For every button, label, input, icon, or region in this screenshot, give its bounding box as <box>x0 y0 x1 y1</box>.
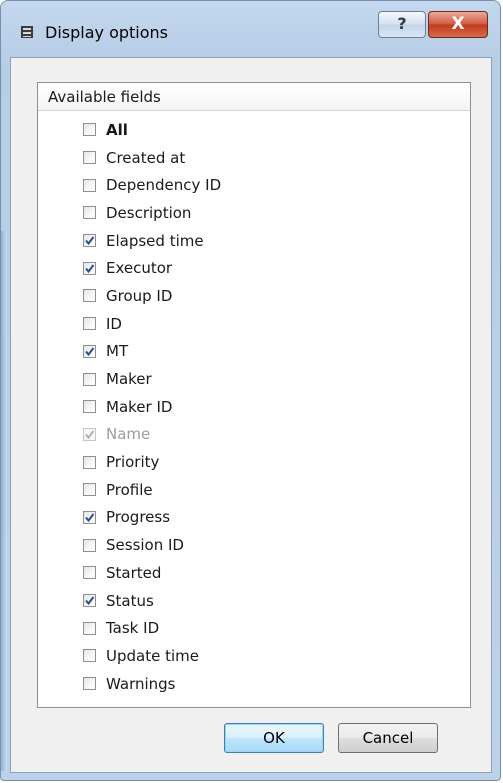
field-checkbox[interactable] <box>83 123 96 137</box>
ok-button[interactable]: OK <box>224 723 324 753</box>
field-checkbox[interactable] <box>83 344 96 358</box>
field-option-label: Description <box>106 203 192 222</box>
field-option-label: Session ID <box>106 536 184 555</box>
dialog-body: Available fields All Created at Dependency… <box>10 57 492 773</box>
field-option-row[interactable]: Created at <box>38 144 470 172</box>
field-option-row[interactable]: ID <box>38 310 470 338</box>
field-option-label: Status <box>106 591 154 610</box>
list-header: Available fields <box>38 83 470 111</box>
field-checkbox[interactable] <box>83 621 96 635</box>
field-option-label: Update time <box>106 646 199 665</box>
checkmark-icon <box>85 430 95 440</box>
field-option-label: ID <box>106 314 122 333</box>
field-option-label: Name <box>106 425 151 444</box>
field-option-row[interactable]: Description <box>38 199 470 227</box>
field-option-row[interactable]: MT <box>38 338 470 366</box>
field-option-row[interactable]: Maker <box>38 365 470 393</box>
field-checkbox[interactable] <box>83 234 96 248</box>
checkmark-icon <box>85 236 95 246</box>
checkmark-icon <box>85 347 95 356</box>
field-option-row: Name <box>38 421 470 449</box>
field-items: All Created at Dependency ID Description Ela… <box>38 116 470 697</box>
field-checkbox[interactable] <box>83 372 96 386</box>
field-checkbox[interactable] <box>83 206 96 220</box>
field-option-label: Profile <box>106 480 153 499</box>
field-option-label: MT <box>106 342 129 361</box>
field-option-row[interactable]: Status <box>38 587 470 615</box>
field-option-row[interactable]: Session ID <box>38 531 470 559</box>
field-option-row[interactable]: Task ID <box>38 614 470 642</box>
field-checkbox[interactable] <box>83 317 96 331</box>
field-option-label: Started <box>106 563 162 582</box>
display-options-dialog: Display options ? X Available fields All… <box>0 0 501 781</box>
help-button[interactable]: ? <box>378 11 426 38</box>
field-option-label: Progress <box>106 508 171 527</box>
close-button[interactable]: X <box>428 11 488 38</box>
field-option-row[interactable]: Group ID <box>38 282 470 310</box>
field-option-label: All <box>106 120 128 139</box>
field-option-row[interactable]: Warnings <box>38 670 470 698</box>
help-icon: ? <box>397 14 407 33</box>
field-option-label: Task ID <box>106 619 160 638</box>
cancel-button[interactable]: Cancel <box>338 723 438 753</box>
field-option-row[interactable]: Progress <box>38 504 470 532</box>
field-checkbox[interactable] <box>83 178 96 192</box>
close-icon: X <box>451 14 465 34</box>
field-checkbox[interactable] <box>83 649 96 663</box>
field-option-label: Group ID <box>106 286 173 305</box>
field-checkbox[interactable] <box>83 594 96 608</box>
field-checkbox[interactable] <box>83 289 96 303</box>
available-fields-list: Available fields All Created at Dependency… <box>37 82 471 708</box>
field-option-label: Priority <box>106 453 160 472</box>
field-checkbox[interactable] <box>83 566 96 580</box>
field-option-row[interactable]: Dependency ID <box>38 171 470 199</box>
field-option-row[interactable]: Maker ID <box>38 393 470 421</box>
field-checkbox[interactable] <box>83 151 96 165</box>
field-option-label: Maker ID <box>106 397 173 416</box>
field-option-label: Dependency ID <box>106 176 222 195</box>
field-option-label: Elapsed time <box>106 231 204 250</box>
checkmark-icon <box>85 264 95 273</box>
field-option-label: Executor <box>106 259 173 278</box>
field-checkbox[interactable] <box>83 677 96 691</box>
field-checkbox[interactable] <box>83 261 96 275</box>
field-checkbox <box>83 427 96 441</box>
checkmark-icon <box>85 596 95 606</box>
field-option-row[interactable]: Started <box>38 559 470 587</box>
window-title: Display options <box>45 23 168 42</box>
field-option-row[interactable]: Priority <box>38 448 470 476</box>
field-checkbox[interactable] <box>83 510 96 524</box>
field-option-row[interactable]: All <box>38 116 470 144</box>
title-bar[interactable]: Display options ? X <box>1 1 500 57</box>
field-option-label: Warnings <box>106 674 176 693</box>
field-checkbox[interactable] <box>83 455 96 469</box>
field-checkbox[interactable] <box>83 400 96 414</box>
field-option-row[interactable]: Update time <box>38 642 470 670</box>
field-option-label: Created at <box>106 148 186 167</box>
application-icon <box>21 26 33 38</box>
checkmark-icon <box>85 513 95 523</box>
field-option-row[interactable]: Elapsed time <box>38 227 470 255</box>
field-checkbox[interactable] <box>83 483 96 497</box>
field-option-row[interactable]: Profile <box>38 476 470 504</box>
field-option-row[interactable]: Executor <box>38 254 470 282</box>
field-option-label: Maker <box>106 370 152 389</box>
field-checkbox[interactable] <box>83 538 96 552</box>
